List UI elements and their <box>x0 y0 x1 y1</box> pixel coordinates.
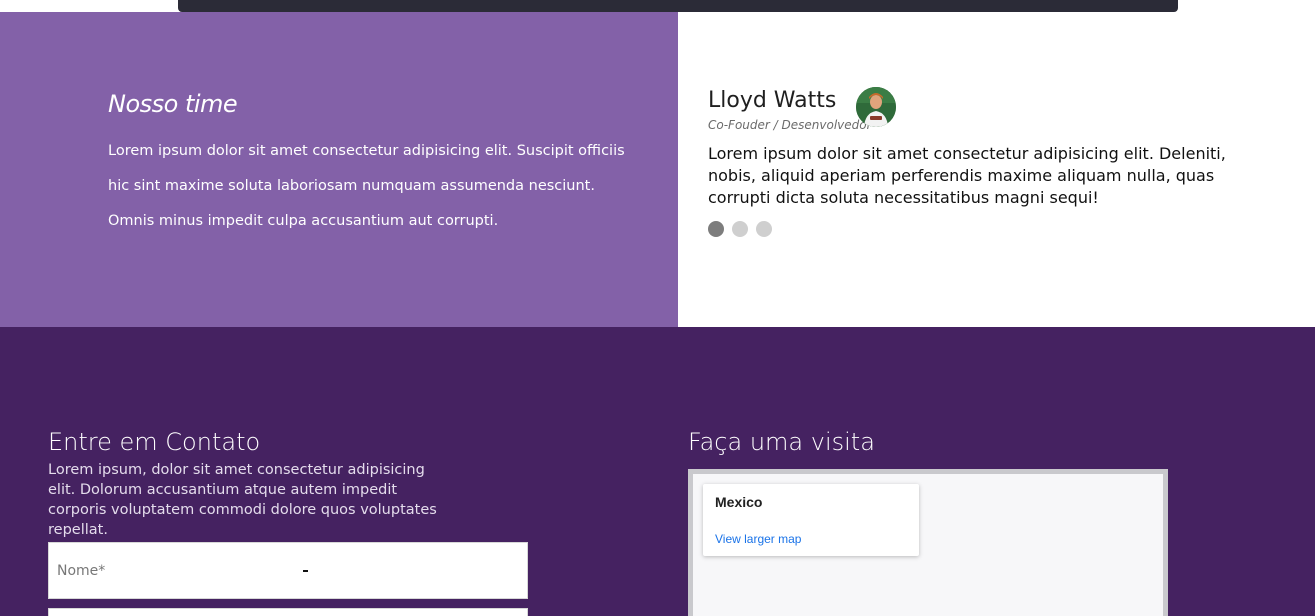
person-name: Lloyd Watts <box>708 88 837 113</box>
testimonial-section: Lloyd Watts Co-Fouder / Desenvolvedor Lo… <box>678 12 1315 327</box>
text-cursor-mark <box>303 570 308 572</box>
map-place-name: Mexico <box>715 494 763 510</box>
contact-description: Lorem ipsum, dolor sit amet consectetur … <box>48 462 437 538</box>
carousel-dot-2[interactable] <box>732 221 748 237</box>
view-larger-map-link[interactable]: View larger map <box>715 532 801 546</box>
map-embed[interactable]: Mexico View larger map <box>688 469 1168 616</box>
contact-title: Entre em Contato <box>48 428 261 456</box>
name-field <box>48 542 528 599</box>
testimonial-quote: Lorem ipsum dolor sit amet consectetur a… <box>708 144 1226 207</box>
carousel-dot-1[interactable] <box>708 221 724 237</box>
visit-title: Faça uma visita <box>688 428 875 456</box>
carousel-dot-3[interactable] <box>756 221 772 237</box>
team-section: Nosso time Lorem ipsum dolor sit amet co… <box>0 12 678 327</box>
page: Nosso time Lorem ipsum dolor sit amet co… <box>0 0 1315 616</box>
map-info-card: Mexico View larger map <box>703 484 919 556</box>
avatar <box>856 87 896 127</box>
person-role: Co-Fouder / Desenvolvedor <box>708 118 872 132</box>
next-field[interactable] <box>48 608 528 616</box>
name-input[interactable] <box>49 543 527 598</box>
team-description: Lorem ipsum dolor sit amet consectetur a… <box>108 143 625 229</box>
contact-section: Entre em Contato Lorem ipsum, dolor sit … <box>0 327 1315 616</box>
person-avatar-icon <box>856 87 896 127</box>
team-title: Nosso time <box>108 90 238 118</box>
carousel-dots <box>708 221 772 237</box>
top-dark-strip <box>178 0 1178 12</box>
